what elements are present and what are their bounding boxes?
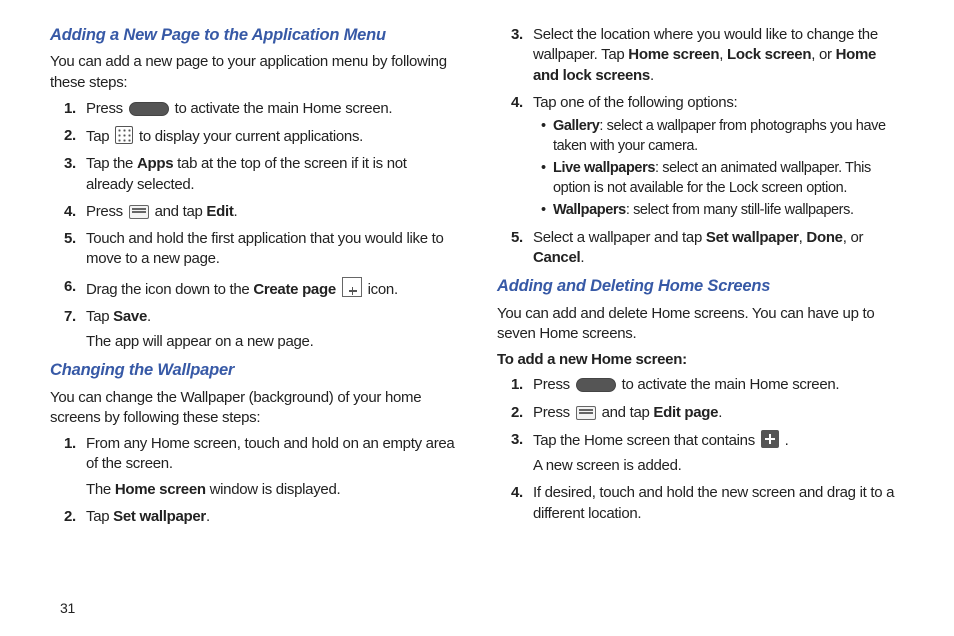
text: Tap [86,508,113,525]
page-content: Adding a New Page to the Application Men… [0,0,954,534]
heading-change-wallpaper: Changing the Wallpaper [50,359,457,381]
text: Select a wallpaper and tap [533,229,706,246]
steps-change-wallpaper: From any Home screen, touch and hold on … [50,434,457,527]
bold: Save [113,308,147,325]
menu-icon [129,205,149,219]
step: Tap Set wallpaper. [86,507,457,527]
step: Press to activate the main Home screen. [533,375,904,395]
step: If desired, touch and hold the new scree… [533,483,904,524]
step: Tap Save. The app will appear on a new p… [86,307,457,353]
apps-grid-icon [115,126,133,144]
text: . [580,249,584,266]
text: . [650,67,654,84]
home-button-icon [576,378,616,392]
text: From any Home screen, touch and hold on … [86,435,454,472]
step: Drag the icon down to the Create page ic… [86,277,457,300]
text: . [234,203,238,220]
text: Press [86,203,127,220]
text: Tap [86,128,113,145]
bold: Set wallpaper [113,508,206,525]
step: Tap the Home screen that contains . A ne… [533,430,904,477]
text: window is displayed. [206,481,341,498]
bold: Cancel [533,249,580,266]
text: icon. [364,281,398,298]
text: Press [86,100,127,117]
list-item: Wallpapers: select from many still-life … [541,201,904,221]
sub-text: The app will appear on a new page. [86,332,457,352]
list-item: Gallery: select a wallpaper from photogr… [541,117,904,156]
text: : select a wallpaper from photographs yo… [553,118,886,154]
step: From any Home screen, touch and hold on … [86,434,457,500]
text: and tap [151,203,207,220]
bold: Wallpapers [553,202,626,218]
text: . [206,508,210,525]
step: Tap one of the following options: Galler… [533,93,904,221]
text: Press [533,404,574,421]
steps-change-wallpaper-cont: Select the location where you would like… [497,25,904,268]
step: Tap the Apps tab at the top of the scree… [86,154,457,195]
text: Drag the icon down to the [86,281,253,298]
text: , or [843,229,863,246]
text: Tap one of the following options: [533,94,737,111]
text: to display your current applications. [135,128,363,145]
menu-icon [576,406,596,420]
text: . [718,404,722,421]
list-item: Live wallpapers: select an animated wall… [541,159,904,198]
intro-change-wallpaper: You can change the Wallpaper (background… [50,388,457,429]
text: The [86,481,115,498]
text: to activate the main Home screen. [171,100,393,117]
steps-add-home: Press to activate the main Home screen. … [497,375,904,524]
subheading-add-home: To add a new Home screen: [497,350,904,370]
text: . [147,308,151,325]
bold: Done [806,229,842,246]
text: Tap the [86,155,137,172]
bold: Home screen [115,481,206,498]
wallpaper-options: Gallery: select a wallpaper from photogr… [533,117,904,221]
bold: Gallery [553,118,599,134]
sub-text: A new screen is added. [533,456,904,476]
left-column: Adding a New Page to the Application Men… [50,20,457,534]
step: Select a wallpaper and tap Set wallpaper… [533,228,904,269]
bold: Create page [253,281,336,298]
bold: Edit [206,203,233,220]
text: Tap [86,308,113,325]
plus-icon [761,430,779,448]
sub-text: The Home screen window is displayed. [86,480,457,500]
text: , or [811,46,835,63]
heading-add-app-page: Adding a New Page to the Application Men… [50,24,457,46]
create-page-icon [342,277,362,297]
steps-add-app-page: Press to activate the main Home screen. … [50,99,457,353]
intro-add-app-page: You can add a new page to your applicati… [50,52,457,93]
bold: Apps [137,155,173,172]
bold: Edit page [653,404,718,421]
bold: Set wallpaper [706,229,799,246]
heading-add-delete-home: Adding and Deleting Home Screens [497,275,904,297]
bold: Lock screen [727,46,811,63]
step: Touch and hold the first application tha… [86,229,457,270]
text: Tap the Home screen that contains [533,432,759,449]
step: Press and tap Edit. [86,202,457,222]
text: and tap [598,404,654,421]
intro-add-delete-home: You can add and delete Home screens. You… [497,304,904,345]
step: Select the location where you would like… [533,25,904,86]
text: : select from many still-life wallpapers… [626,202,854,218]
text: Press [533,376,574,393]
bold: Home screen [628,46,719,63]
bold: Live wallpapers [553,160,655,176]
text: to activate the main Home screen. [618,376,840,393]
step: Press to activate the main Home screen. [86,99,457,119]
step: Tap to display your current applications… [86,126,457,147]
text: . [781,432,789,449]
home-button-icon [129,102,169,116]
right-column: Select the location where you would like… [497,20,904,534]
text: , [719,46,727,63]
page-number: 31 [60,600,75,616]
step: Press and tap Edit page. [533,403,904,423]
